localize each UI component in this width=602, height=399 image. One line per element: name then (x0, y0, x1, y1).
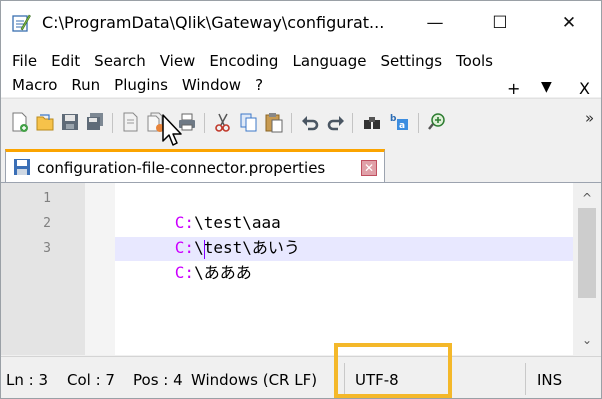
open-file-icon[interactable] (35, 111, 55, 133)
code-line: C:\test\aaa (117, 187, 281, 232)
menu-run[interactable]: Run (64, 76, 107, 94)
close-icon[interactable] (121, 111, 141, 133)
status-eol-format[interactable]: Windows (CR LF) (191, 371, 317, 389)
undo-icon[interactable] (300, 111, 320, 133)
menu-help[interactable]: ? (248, 76, 270, 94)
line-number: 1 (43, 191, 51, 206)
scrollbar-thumb[interactable] (578, 208, 596, 298)
scroll-up-icon[interactable]: ^ (573, 191, 601, 205)
saved-file-icon (14, 159, 30, 175)
status-column: Col : 7 (67, 371, 115, 389)
status-separator (525, 363, 526, 395)
find-icon[interactable] (362, 111, 382, 133)
notepad-app-icon (12, 14, 31, 32)
line-number: 3 (43, 241, 51, 256)
tab-configuration-file-connector[interactable]: configuration-file-connector.properties … (5, 149, 385, 182)
menu-macro[interactable]: Macro (5, 76, 64, 94)
toolbar-separator (418, 113, 419, 133)
menu-plugins[interactable]: Plugins (107, 76, 175, 94)
save-all-icon[interactable] (85, 111, 105, 133)
menu-row-1: File Edit Search View Encoding Language … (5, 49, 500, 73)
fold-margin (85, 183, 115, 355)
status-insert-mode[interactable]: INS (537, 371, 562, 389)
paste-icon[interactable] (264, 111, 284, 133)
replace-icon[interactable]: ba (389, 111, 409, 133)
scroll-down-icon[interactable]: ⌄ (573, 333, 601, 347)
copy-icon[interactable] (239, 111, 259, 133)
new-file-icon[interactable] (10, 111, 30, 133)
menu-file[interactable]: File (5, 52, 44, 70)
zoom-in-icon[interactable] (427, 111, 447, 133)
toolbar-separator (112, 113, 113, 133)
close-document-button[interactable]: X (579, 79, 590, 98)
toolbar-separator (204, 113, 205, 133)
menu-window[interactable]: Window (175, 76, 248, 94)
vertical-scrollbar[interactable]: ^ ⌄ (573, 183, 601, 355)
menu-tools[interactable]: Tools (449, 52, 500, 70)
toolbar-separator (352, 113, 353, 133)
line-number: 2 (43, 216, 51, 231)
code-line: C:\test\あいう (117, 212, 300, 257)
toolbar-separator (291, 113, 292, 133)
minimize-button[interactable]: — (412, 5, 458, 41)
svg-text:b: b (390, 114, 397, 124)
save-icon[interactable] (60, 111, 80, 133)
code-line: C:\あああ (117, 237, 252, 282)
new-tab-plus-button[interactable]: + (507, 79, 520, 98)
status-bar: Ln : 3 Col : 7 Pos : 4 Windows (CR LF) U… (1, 356, 601, 398)
menu-encoding[interactable]: Encoding (202, 52, 285, 70)
editor-area[interactable]: 1 2 3 C:\test\aaa C:\test\あいう C:\あああ ^ ⌄ (1, 183, 601, 355)
status-position: Pos : 4 (133, 371, 183, 389)
toolbar: ba » (1, 98, 601, 147)
redo-icon[interactable] (326, 111, 346, 133)
title-bar: C:\ProgramData\Qlik\Gateway\configurat..… (1, 1, 601, 45)
mouse-pointer-icon (162, 114, 182, 146)
window-title: C:\ProgramData\Qlik\Gateway\configurat..… (42, 13, 385, 32)
menu-language[interactable]: Language (285, 52, 373, 70)
menu-search[interactable]: Search (87, 52, 153, 70)
svg-text:a: a (399, 121, 405, 131)
menu-row-2: Macro Run Plugins Window ? (5, 73, 270, 97)
path-text: \あああ (194, 263, 252, 282)
encoding-highlight-box (334, 343, 452, 398)
status-line: Ln : 3 (6, 371, 48, 389)
tab-strip: configuration-file-connector.properties … (1, 146, 601, 183)
menu-edit[interactable]: Edit (44, 52, 87, 70)
line-number-gutter: 1 2 3 (1, 183, 85, 355)
tab-label: configuration-file-connector.properties (37, 159, 326, 177)
drive-letter: C: (174, 263, 195, 282)
menu-settings[interactable]: Settings (374, 52, 450, 70)
close-window-button[interactable]: ✕ (546, 5, 592, 41)
maximize-button[interactable]: ☐ (477, 5, 523, 41)
text-caret (204, 240, 205, 259)
tab-close-button[interactable]: ✕ (361, 160, 377, 176)
toolbar-overflow-button[interactable]: » (585, 109, 594, 127)
notepad-plus-plus-window: C:\ProgramData\Qlik\Gateway\configurat..… (0, 0, 602, 399)
menu-view[interactable]: View (153, 52, 203, 70)
cut-icon[interactable] (213, 111, 233, 133)
tab-list-dropdown-button[interactable]: ▼ (541, 79, 552, 95)
